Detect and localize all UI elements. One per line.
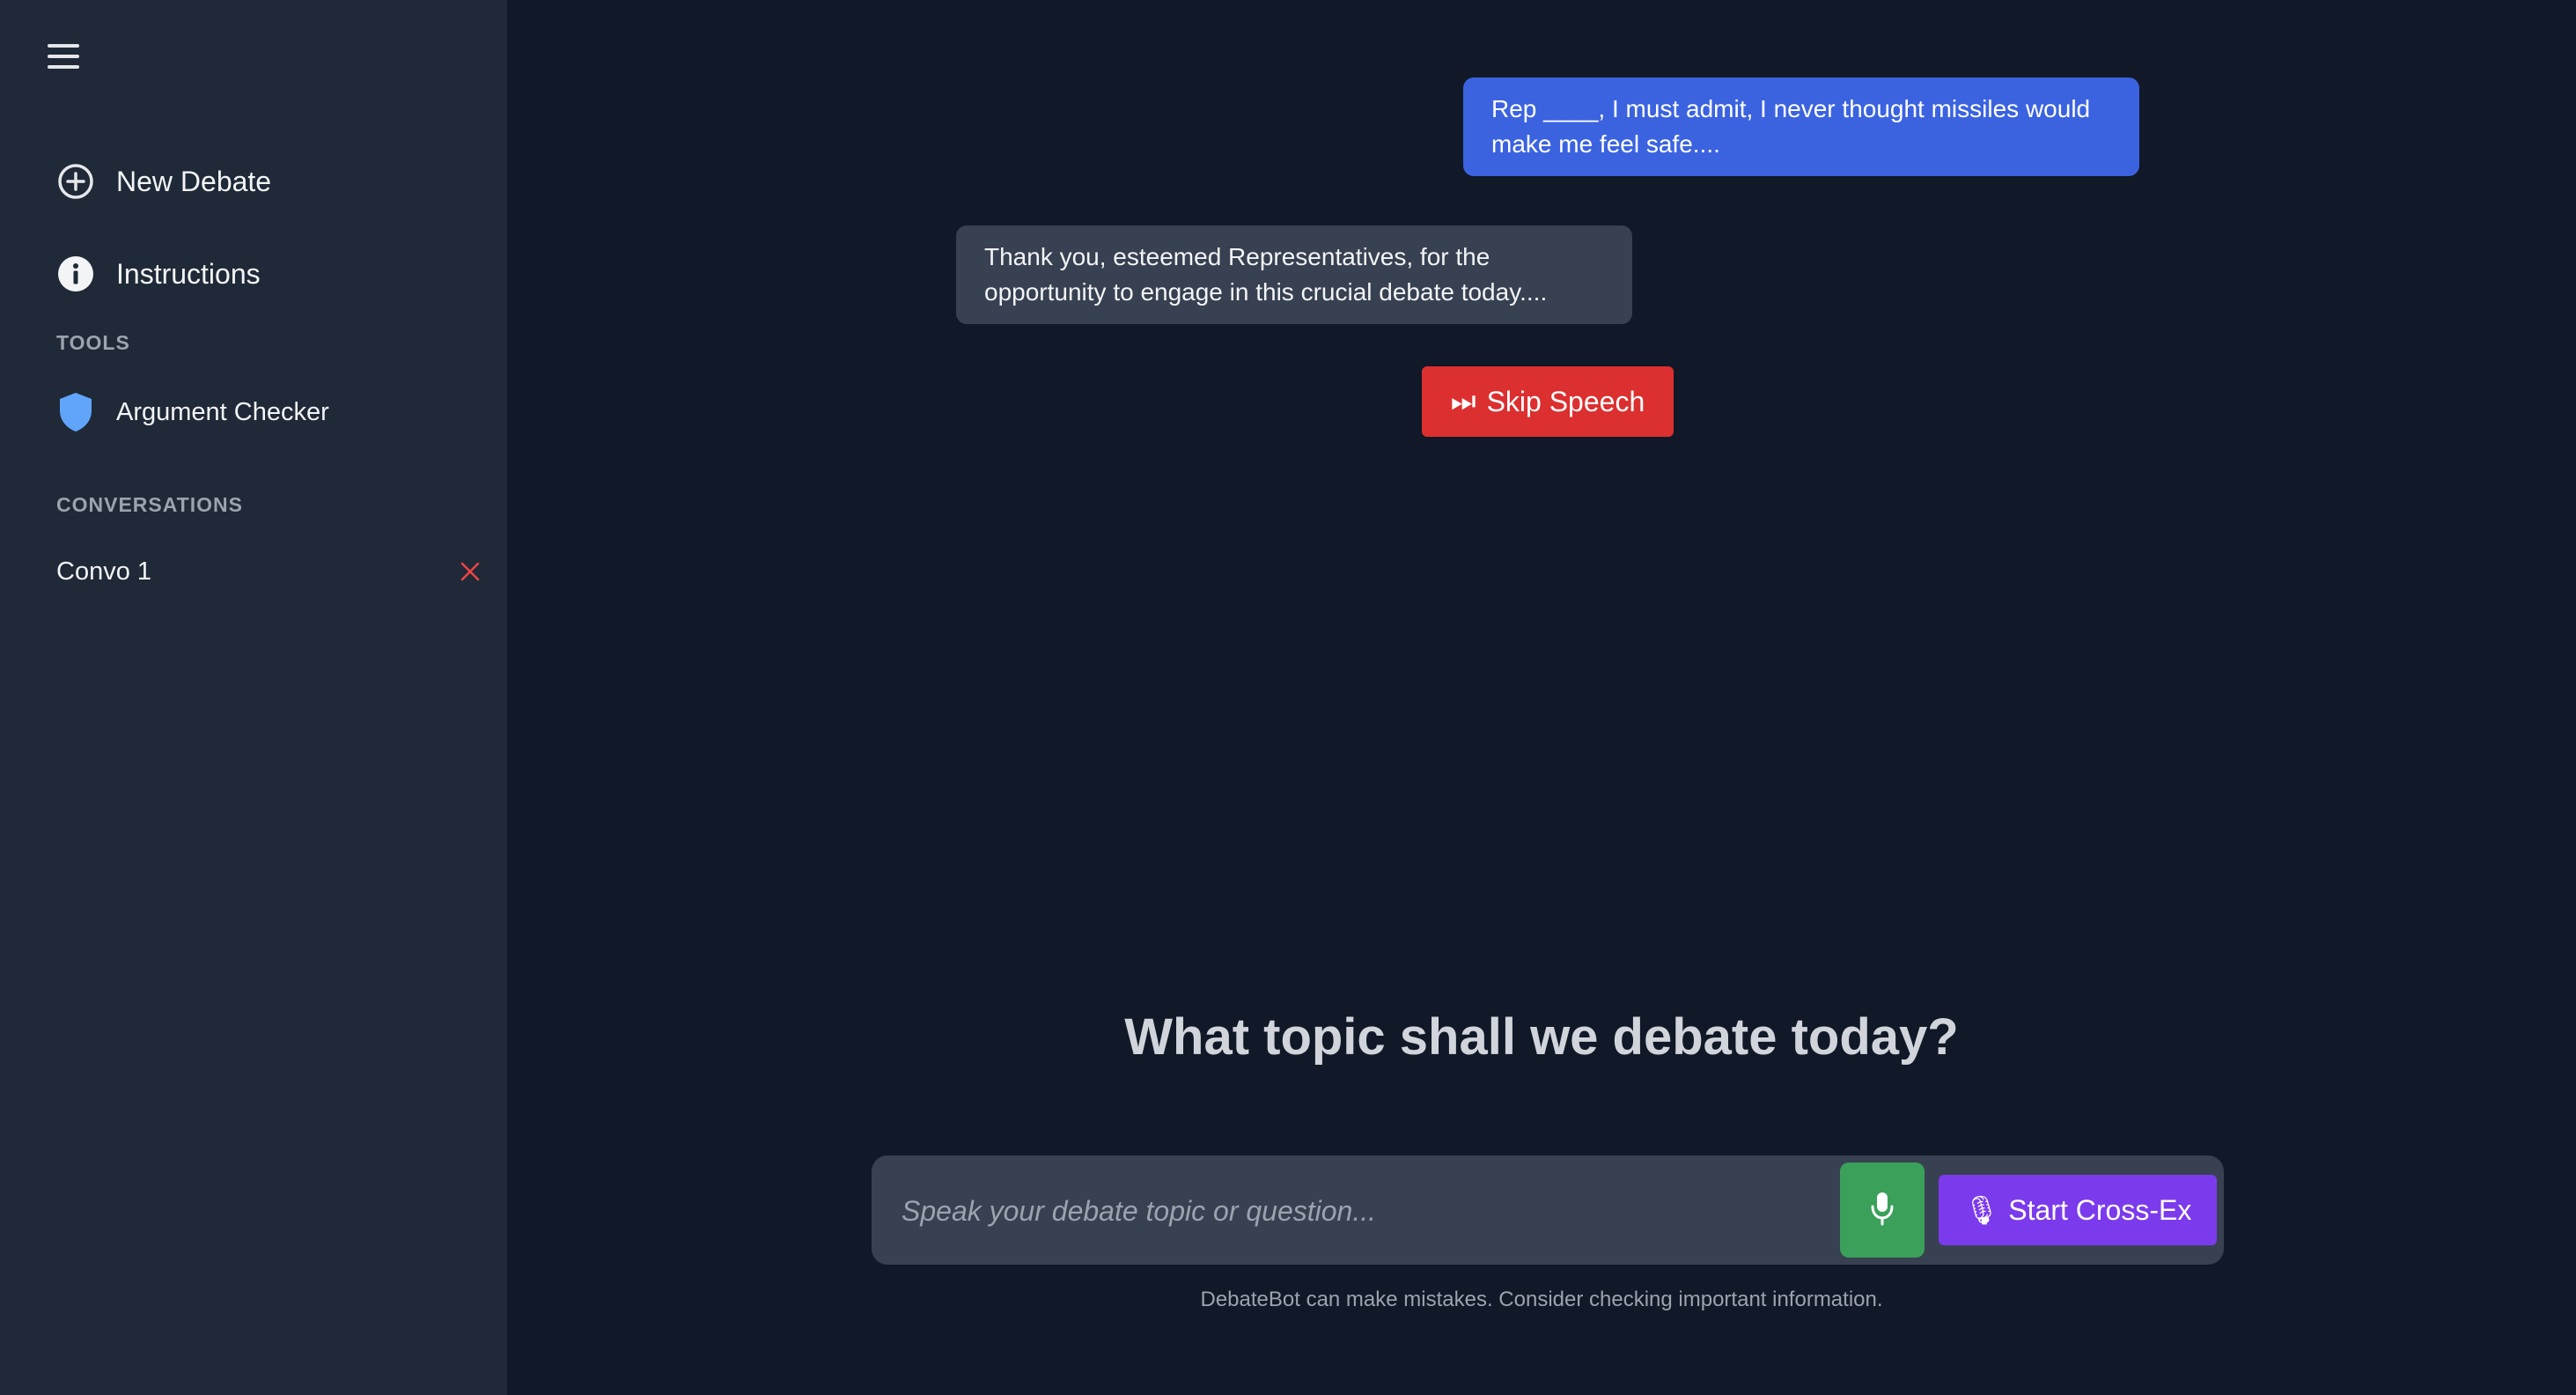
bot-message-bubble: Thank you, esteemed Representatives, for…	[956, 225, 1632, 324]
skip-speech-button[interactable]: ⏭ Skip Speech	[1422, 366, 1674, 437]
start-cross-ex-label: Start Cross-Ex	[2008, 1193, 2192, 1226]
plus-circle-icon	[56, 162, 95, 201]
info-circle-icon	[56, 255, 95, 293]
studio-microphone-icon: 🎙	[1963, 1194, 2000, 1226]
skip-forward-icon: ⏭	[1450, 385, 1476, 417]
conversation-item[interactable]: Convo 1	[56, 553, 482, 590]
debate-topic-input[interactable]	[900, 1155, 1819, 1266]
instructions-label: Instructions	[116, 257, 261, 290]
argument-checker-button[interactable]: Argument Checker	[56, 391, 329, 433]
start-cross-ex-button[interactable]: 🎙 Start Cross-Ex	[1939, 1175, 2217, 1245]
instructions-button[interactable]: Instructions	[56, 255, 261, 293]
sidebar: New Debate Instructions TOOLS Argument C…	[0, 0, 507, 1395]
close-icon[interactable]	[458, 559, 482, 584]
user-message-bubble: Rep ____, I must admit, I never thought …	[1463, 78, 2139, 176]
conversations-section-label: CONVERSATIONS	[56, 493, 243, 516]
microphone-button[interactable]	[1840, 1162, 1925, 1258]
new-debate-button[interactable]: New Debate	[56, 162, 271, 201]
tools-section-label: TOOLS	[56, 331, 130, 354]
argument-checker-label: Argument Checker	[116, 397, 329, 426]
hamburger-menu-icon[interactable]	[44, 42, 83, 72]
skip-speech-label: Skip Speech	[1486, 385, 1645, 417]
new-debate-label: New Debate	[116, 165, 272, 197]
shield-icon	[56, 391, 95, 433]
debate-input-bar: 🎙 Start Cross-Ex	[872, 1155, 2224, 1266]
page-headline: What topic shall we debate today?	[1124, 1008, 1959, 1066]
disclaimer-text: DebateBot can make mistakes. Consider ch…	[1200, 1288, 1883, 1311]
microphone-icon	[1869, 1191, 1895, 1230]
conversation-label: Convo 1	[56, 557, 152, 586]
